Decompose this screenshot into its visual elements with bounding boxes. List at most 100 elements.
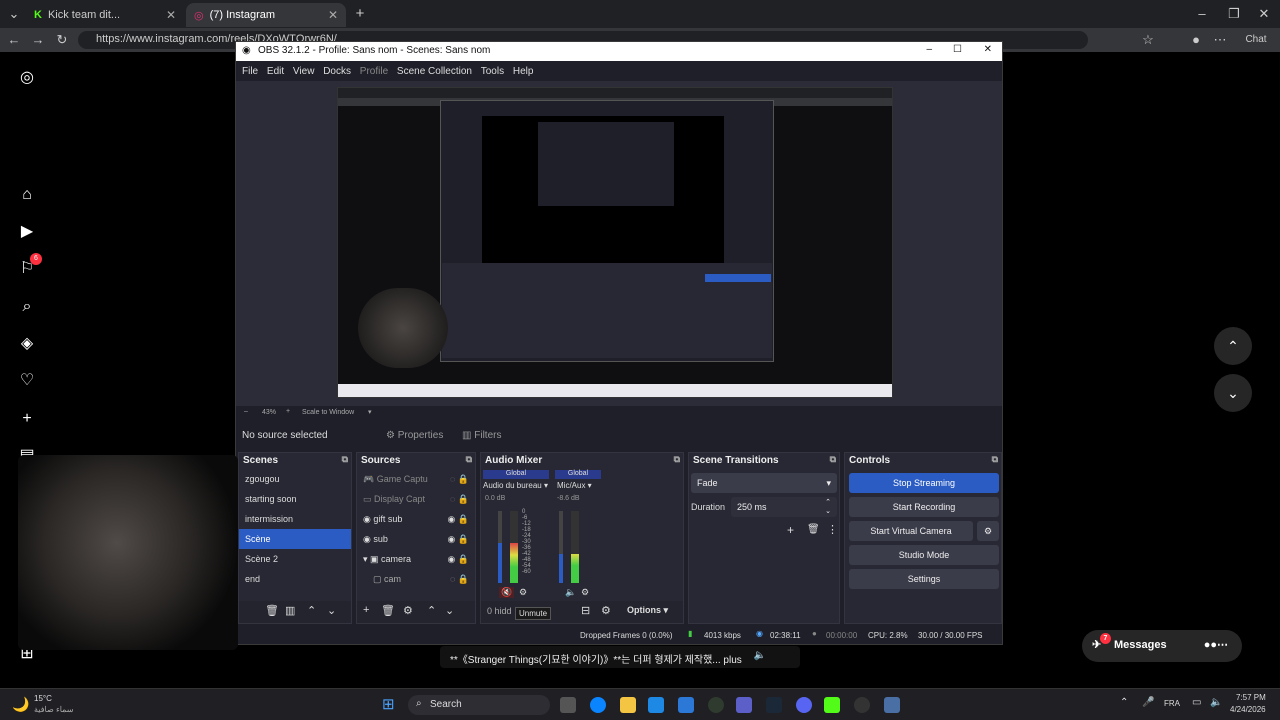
menu-scene-collection[interactable]: Scene Collection: [397, 66, 472, 77]
duration-input[interactable]: 250 ms ⌃ ⌄: [731, 497, 837, 517]
scale-mode-label[interactable]: Scale to Window: [302, 409, 354, 416]
language-indicator[interactable]: FRA: [1164, 699, 1180, 708]
reels-icon[interactable]: ▶: [17, 222, 37, 242]
settings-app-icon[interactable]: [884, 697, 900, 713]
undock-icon[interactable]: ⧉: [992, 454, 998, 465]
menu-help[interactable]: Help: [513, 66, 534, 77]
menu-edit[interactable]: Edit: [267, 66, 284, 77]
undock-icon[interactable]: ⧉: [830, 454, 836, 465]
teams-icon[interactable]: [736, 697, 752, 713]
preview-area[interactable]: [236, 81, 1002, 406]
new-tab-button[interactable]: +: [352, 5, 368, 22]
favorite-icon[interactable]: ☆: [1140, 32, 1156, 48]
network-icon[interactable]: ▭: [1192, 697, 1201, 708]
steam-icon[interactable]: [766, 697, 782, 713]
task-view-icon[interactable]: [560, 697, 576, 713]
scene-item[interactable]: Scène 2: [239, 549, 351, 569]
instagram-logo-icon[interactable]: ◎: [17, 68, 37, 88]
source-item[interactable]: ◉ gift sub ◉ 🔒: [357, 509, 475, 529]
undock-icon[interactable]: ⧉: [674, 454, 680, 465]
taskbar-search[interactable]: ⌕ Search: [408, 695, 550, 715]
channel-name[interactable]: Audio du bureau ▾: [483, 481, 548, 490]
menu-file[interactable]: File: [242, 66, 258, 77]
close-icon[interactable]: ✕: [166, 8, 176, 22]
source-item[interactable]: ▭ Display Capt ◌ 🔒: [357, 489, 475, 509]
notifications-icon[interactable]: ⚐ 6: [17, 253, 42, 279]
menu-profile[interactable]: Profile: [360, 66, 388, 77]
remove-source-button[interactable]: 🗑: [381, 604, 395, 617]
obs-app-icon[interactable]: [854, 697, 870, 713]
minimize-icon[interactable]: –: [1194, 6, 1210, 21]
channel-settings-icon[interactable]: ⚙: [581, 587, 589, 598]
channel-settings-icon[interactable]: ⚙: [519, 587, 527, 598]
layout-icon[interactable]: ⊟: [581, 604, 590, 617]
discord-icon[interactable]: [796, 697, 812, 713]
move-down-button[interactable]: ⌄: [327, 604, 336, 617]
reel-caption[interactable]: **《Stranger Things(기묘한 이야기)》**는 더퍼 형제가 제…: [440, 646, 800, 668]
scene-item[interactable]: starting soon: [239, 489, 351, 509]
move-down-button[interactable]: ⌄: [445, 604, 454, 617]
volume-icon[interactable]: 🔈: [1210, 697, 1222, 708]
forward-icon[interactable]: →: [30, 32, 46, 47]
file-explorer-icon[interactable]: [620, 697, 636, 713]
options-button[interactable]: Options ▾: [627, 605, 668, 616]
start-recording-button[interactable]: Start Recording: [849, 497, 999, 517]
next-reel-button[interactable]: ⌄: [1214, 374, 1252, 412]
stop-streaming-button[interactable]: Stop Streaming: [849, 473, 999, 493]
close-window-icon[interactable]: ✕: [1256, 6, 1272, 22]
channel-name[interactable]: Mic/Aux ▾: [557, 481, 592, 490]
add-transition-button[interactable]: +: [787, 523, 794, 537]
remove-transition-button[interactable]: 🗑: [807, 524, 820, 535]
create-icon[interactable]: +: [17, 409, 37, 429]
more-icon[interactable]: ⋯: [1212, 32, 1228, 48]
explore-icon[interactable]: ◈: [17, 334, 37, 354]
transition-menu-icon[interactable]: ⋮: [827, 523, 838, 536]
source-group[interactable]: ▾ ▣ camera ◉ 🔒: [357, 549, 475, 569]
close-icon[interactable]: ✕: [328, 8, 338, 22]
chat-button[interactable]: Chat: [1236, 34, 1276, 45]
studio-mode-button[interactable]: Studio Mode: [849, 545, 999, 565]
visibility-icon[interactable]: ◉ 🔒: [447, 534, 469, 545]
menu-view[interactable]: View: [293, 66, 315, 77]
clock-date[interactable]: 4/24/2026: [1230, 705, 1266, 714]
menu-docks[interactable]: Docks: [323, 66, 351, 77]
source-item[interactable]: ◉ sub ◉ 🔒: [357, 529, 475, 549]
refresh-icon[interactable]: ↻: [54, 32, 70, 48]
previous-reel-button[interactable]: ⌃: [1214, 327, 1252, 365]
store-icon[interactable]: [678, 697, 694, 713]
mail-icon[interactable]: [648, 697, 664, 713]
zoom-in-button[interactable]: +: [286, 408, 290, 415]
start-icon[interactable]: ⊞: [382, 695, 395, 713]
clock-time[interactable]: 7:57 PM: [1236, 693, 1266, 702]
tray-chevron-icon[interactable]: ⌃: [1120, 697, 1128, 708]
xbox-icon[interactable]: [708, 697, 724, 713]
tab-instagram[interactable]: ◎ (7) Instagram ✕: [186, 3, 346, 27]
maximize-icon[interactable]: ❐: [1226, 6, 1242, 22]
scale-dropdown-icon[interactable]: ▾: [368, 408, 372, 416]
mute-icon[interactable]: 🔇: [499, 587, 515, 598]
scene-filters-button[interactable]: ▥: [285, 604, 295, 617]
add-source-button[interactable]: +: [363, 604, 369, 616]
kick-app-icon[interactable]: [824, 697, 840, 713]
home-icon[interactable]: ⌂: [17, 185, 37, 205]
source-item[interactable]: ▢ cam ◌ 🔒: [357, 569, 475, 589]
undock-icon[interactable]: ⧉: [342, 454, 348, 465]
settings-button[interactable]: Settings: [849, 569, 999, 589]
scene-item[interactable]: end: [239, 569, 351, 589]
menu-tools[interactable]: Tools: [481, 66, 504, 77]
advanced-audio-icon[interactable]: ⚙: [601, 604, 611, 617]
undock-icon[interactable]: ⧉: [466, 454, 472, 465]
maximize-icon[interactable]: ☐: [953, 44, 962, 55]
source-item[interactable]: 🎮 Game Captu ◌ 🔒: [357, 469, 475, 489]
filters-button[interactable]: ▥ Filters: [462, 430, 501, 441]
minimize-icon[interactable]: –: [926, 44, 932, 55]
scene-item-selected[interactable]: Scène: [239, 529, 351, 549]
mic-icon[interactable]: 🎤: [1142, 697, 1154, 708]
close-icon[interactable]: ✕: [984, 44, 992, 55]
tab-kick[interactable]: K Kick team dit... ✕: [26, 3, 184, 27]
zoom-out-button[interactable]: –: [244, 408, 248, 415]
heart-icon[interactable]: ♡: [17, 371, 37, 391]
visibility-icon[interactable]: ◉ 🔒: [447, 514, 469, 525]
volume-fader[interactable]: [498, 511, 502, 583]
volume-fader[interactable]: [559, 511, 563, 583]
